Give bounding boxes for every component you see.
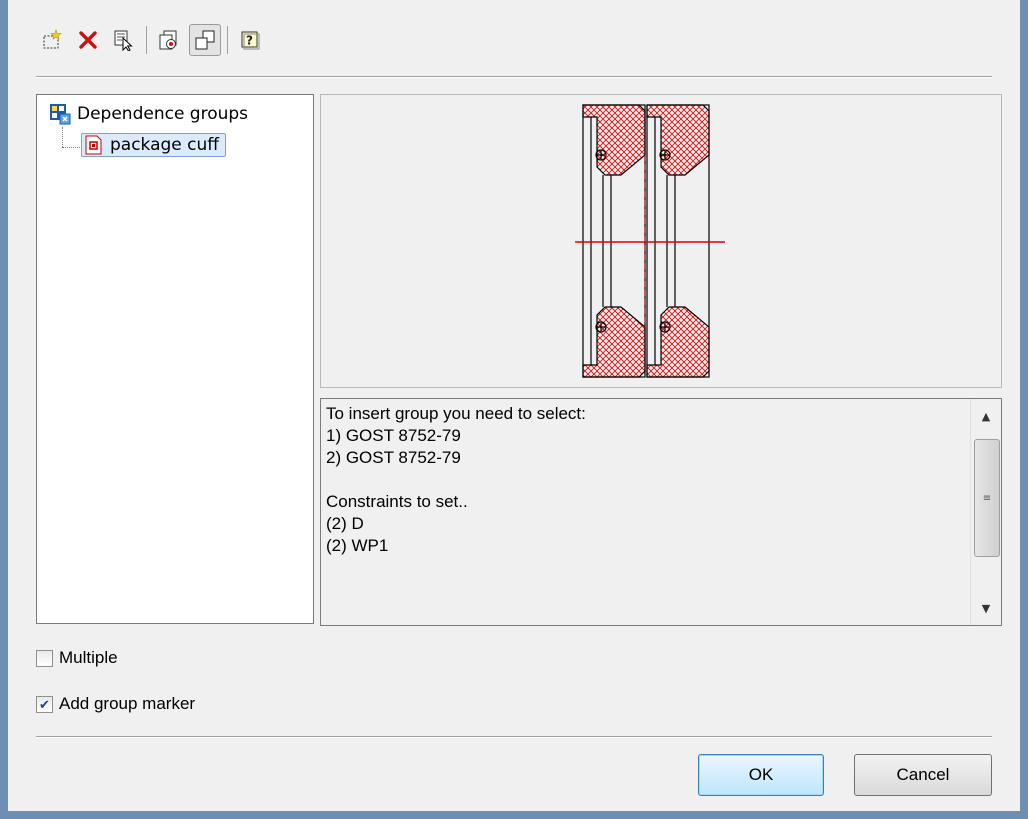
window-frame-right bbox=[1020, 0, 1028, 819]
select-objects-button[interactable] bbox=[108, 24, 140, 56]
help-button[interactable]: ? bbox=[234, 24, 266, 56]
tree-connector bbox=[62, 147, 80, 148]
preview-toggle-icon bbox=[195, 30, 215, 50]
insert-group-button[interactable] bbox=[153, 24, 185, 56]
tree-root-item[interactable]: Dependence groups bbox=[49, 103, 248, 125]
new-group-button[interactable] bbox=[36, 24, 68, 56]
window-frame-left bbox=[0, 0, 8, 819]
instruction-line bbox=[326, 469, 956, 491]
instruction-line: To insert group you need to select: bbox=[326, 404, 586, 423]
help-icon: ? bbox=[241, 31, 260, 50]
svg-text:?: ? bbox=[246, 34, 253, 48]
toolbar: ? bbox=[36, 22, 270, 58]
scroll-up-arrow-icon[interactable]: ▲ bbox=[971, 401, 1001, 431]
scroll-down-arrow-icon[interactable]: ▼ bbox=[971, 593, 1001, 623]
seal-drawing bbox=[575, 104, 725, 378]
marker-label: Add group marker bbox=[59, 694, 196, 713]
marker-option[interactable]: ✔ Add group marker bbox=[36, 694, 195, 714]
window-frame-bottom bbox=[0, 811, 1028, 819]
instruction-line: Constraints to set.. bbox=[326, 492, 468, 511]
tree-root-label: Dependence groups bbox=[77, 104, 249, 124]
group-tree[interactable]: Dependence groups package cuff bbox=[36, 94, 314, 624]
vertical-scrollbar[interactable]: ▲ ≡ ▼ bbox=[970, 399, 1001, 625]
group-preview bbox=[320, 94, 1002, 388]
instruction-line: (2) D bbox=[326, 514, 364, 533]
document-group-icon bbox=[85, 135, 102, 155]
multiple-option[interactable]: Multiple bbox=[36, 648, 118, 668]
footer-divider bbox=[36, 736, 992, 738]
delete-button[interactable] bbox=[72, 24, 104, 56]
multiple-checkbox[interactable] bbox=[36, 649, 53, 667]
group-folder-icon bbox=[50, 104, 71, 125]
insert-instructions: To insert group you need to select: 1) G… bbox=[320, 398, 1002, 626]
preview-toggle-button[interactable] bbox=[189, 24, 221, 56]
add-group-marker-checkbox[interactable]: ✔ bbox=[36, 695, 53, 713]
tree-child-label: package cuff bbox=[110, 135, 220, 155]
instructions-text: To insert group you need to select: 1) G… bbox=[326, 403, 956, 557]
cancel-label: Cancel bbox=[896, 765, 950, 784]
ok-button[interactable]: OK bbox=[698, 754, 824, 796]
tree-connector bbox=[62, 127, 63, 147]
toolbar-separator bbox=[227, 26, 228, 54]
ok-label: OK bbox=[748, 765, 774, 784]
toolbar-divider bbox=[36, 76, 992, 78]
new-group-icon bbox=[43, 29, 62, 49]
multiple-label: Multiple bbox=[59, 648, 118, 667]
cancel-button[interactable]: Cancel bbox=[854, 754, 992, 796]
instruction-line: 1) GOST 8752-79 bbox=[326, 426, 461, 445]
insert-group-icon bbox=[159, 30, 177, 50]
scroll-thumb[interactable]: ≡ bbox=[974, 439, 1000, 557]
delete-icon bbox=[79, 31, 97, 49]
toolbar-separator bbox=[146, 26, 147, 54]
select-objects-icon bbox=[114, 30, 133, 51]
instruction-line: (2) WP1 bbox=[326, 536, 389, 555]
tree-item-package-cuff[interactable]: package cuff bbox=[81, 133, 227, 157]
instruction-line: 2) GOST 8752-79 bbox=[326, 448, 461, 467]
